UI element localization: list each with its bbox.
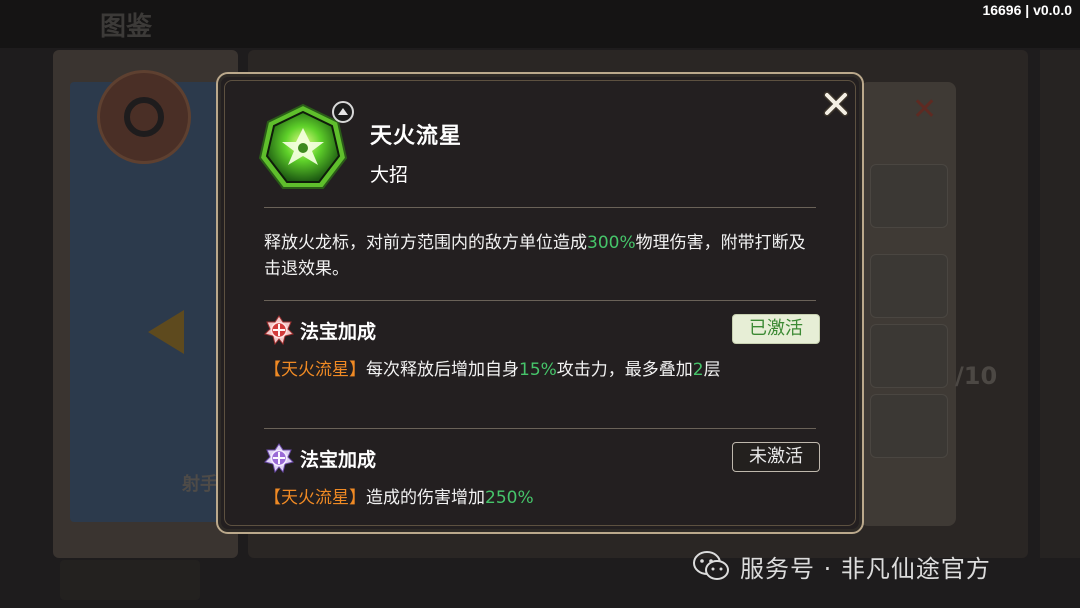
bonus-skill-ref: 【天火流星】 xyxy=(264,488,366,508)
status-badge-inactive: 未激活 xyxy=(732,442,820,472)
bonus-title: 法宝加成 xyxy=(300,321,377,343)
bonus-skill-ref: 【天火流星】 xyxy=(264,360,366,380)
background-emblem-icon xyxy=(97,70,191,164)
divider xyxy=(264,300,816,301)
background-archer-label: 射手 xyxy=(182,474,218,495)
background-ratio: /10 xyxy=(955,362,998,390)
upgrade-badge[interactable] xyxy=(332,101,354,123)
watermark: 服务号 · 非凡仙途官方 xyxy=(692,548,991,584)
background-bottom-bar xyxy=(60,560,200,600)
description-text: 释放火龙标，对前方范围内的敌方单位造成 xyxy=(264,233,587,253)
bonus-title: 法宝加成 xyxy=(300,449,377,471)
bonus-text-part: 攻击力，最多叠加 xyxy=(556,360,693,380)
treasure-purple-icon xyxy=(264,443,294,473)
bonus-text: 【天火流星】造成的伤害增加250% xyxy=(264,486,820,511)
bonus-text-part: 每次释放后增加自身 xyxy=(366,360,519,380)
description-value: 300% xyxy=(587,233,636,253)
background-top-bar xyxy=(0,0,1080,48)
divider xyxy=(264,428,816,429)
background-button xyxy=(870,324,948,388)
bonus-value: 15% xyxy=(519,360,557,380)
divider xyxy=(264,207,816,208)
background-back-title: 图鉴 xyxy=(100,12,153,42)
background-button xyxy=(870,394,948,458)
background-button xyxy=(870,164,948,228)
status-badge-active: 已激活 xyxy=(732,314,820,344)
bonus-value: 2 xyxy=(692,360,704,380)
watermark-text: 服务号 · 非凡仙途官方 xyxy=(740,554,991,583)
background-button xyxy=(870,254,948,318)
bonus-header: 法宝加成 未激活 xyxy=(264,442,820,474)
background-close-icon: ✕ xyxy=(912,92,938,127)
bonus-text-part: 层 xyxy=(703,360,721,380)
close-icon xyxy=(823,91,849,117)
version-label: 16696 | v0.0.0 xyxy=(982,2,1072,18)
skill-name: 天火流星 xyxy=(370,124,463,149)
skill-detail-popup: 天火流星 大招 释放火龙标，对前方范围内的敌方单位造成300%物理伤害，附带打断… xyxy=(216,72,864,534)
background-right-strip xyxy=(1040,50,1080,558)
close-button[interactable] xyxy=(822,90,850,118)
bonus-value: 250% xyxy=(485,488,534,508)
wechat-icon xyxy=(693,551,729,580)
bonus-text: 【天火流星】每次释放后增加自身15%攻击力，最多叠加2层 xyxy=(264,358,820,383)
bonus-text-part: 造成的伤害增加 xyxy=(366,488,485,508)
background-arrow-icon xyxy=(148,310,184,354)
skill-description: 释放火龙标，对前方范围内的敌方单位造成300%物理伤害，附带打断及击退效果。 xyxy=(264,230,820,282)
skill-type: 大招 xyxy=(370,164,409,186)
treasure-red-icon xyxy=(264,315,294,345)
bonus-header: 法宝加成 已激活 xyxy=(264,314,820,346)
